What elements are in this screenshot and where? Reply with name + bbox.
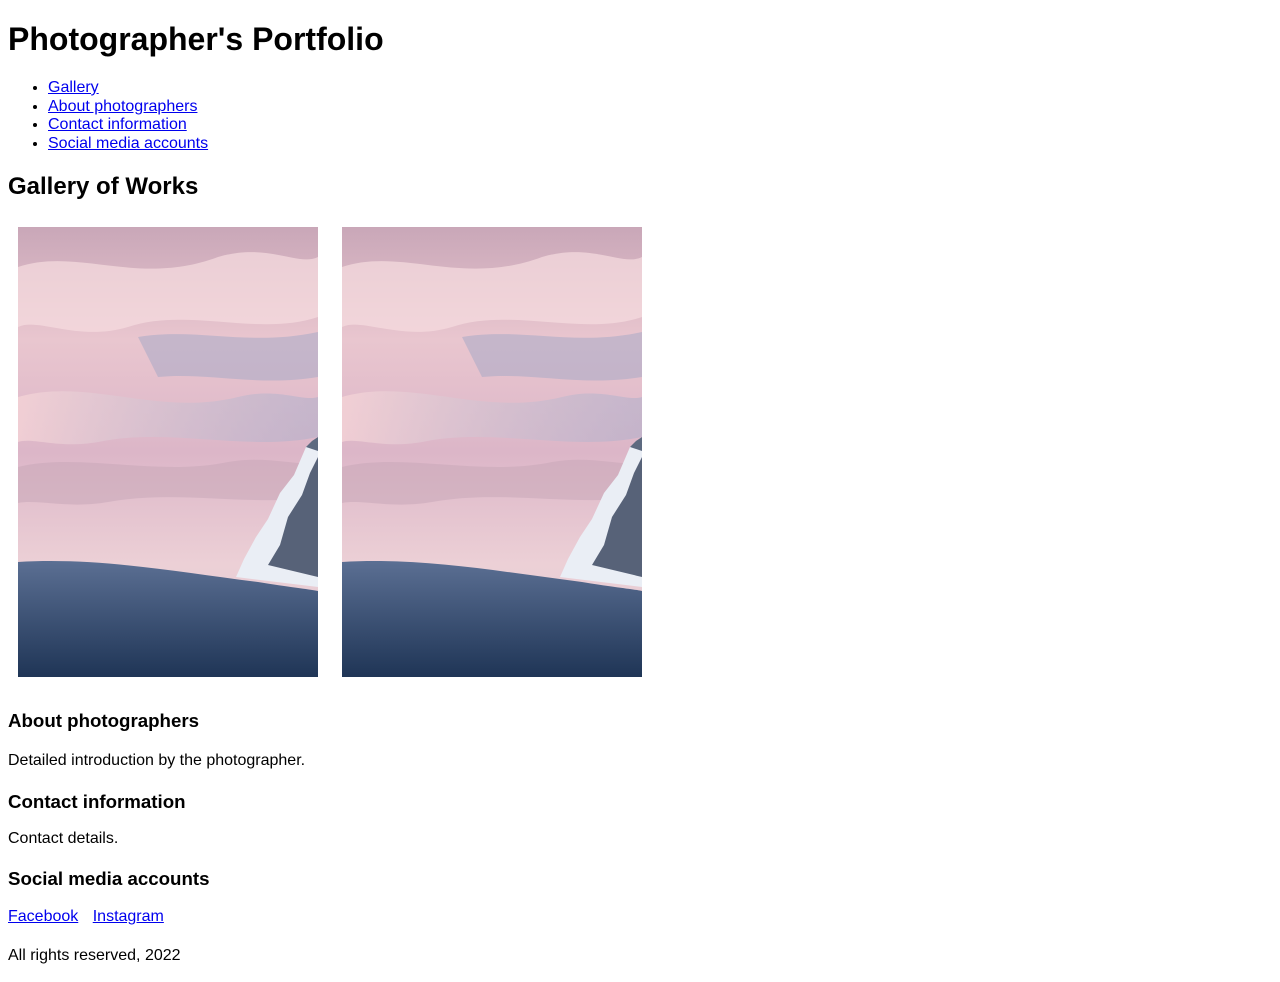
nav-link-gallery[interactable]: Gallery xyxy=(48,79,99,96)
nav-link-social[interactable]: Social media accounts xyxy=(48,135,208,152)
contact-text: Contact details. xyxy=(8,829,119,847)
nav-link-about[interactable]: About photographers xyxy=(48,98,197,115)
gallery-photo[interactable] xyxy=(342,227,642,677)
footer-text: All rights reserved, 2022 xyxy=(8,946,181,964)
about-heading: About photographers xyxy=(8,710,200,731)
nav-item-contact: Contact information xyxy=(48,116,1272,135)
nav-item-gallery: Gallery xyxy=(48,79,1272,98)
about-text: Detailed introduction by the photographe… xyxy=(8,752,306,769)
nav-link-contact[interactable]: Contact information xyxy=(48,116,187,133)
nav-item-about: About photographers xyxy=(48,98,1272,117)
gallery-heading: Gallery of Works xyxy=(8,173,199,200)
contact-heading: Contact information xyxy=(8,790,186,812)
social-heading: Social media accounts xyxy=(8,868,210,889)
main-nav: Gallery About photographers Contact info… xyxy=(8,79,1272,153)
page: Photographer's Portfolio Gallery About p… xyxy=(0,21,1280,965)
social-links: Facebook Instagram xyxy=(8,908,1272,927)
nav-item-social: Social media accounts xyxy=(48,135,1272,154)
facebook-link[interactable]: Facebook xyxy=(8,908,78,925)
page-title: Photographer's Portfolio xyxy=(8,21,384,57)
gallery-photo[interactable] xyxy=(18,227,318,677)
gallery-grid xyxy=(8,227,1272,677)
instagram-link[interactable]: Instagram xyxy=(93,908,164,925)
